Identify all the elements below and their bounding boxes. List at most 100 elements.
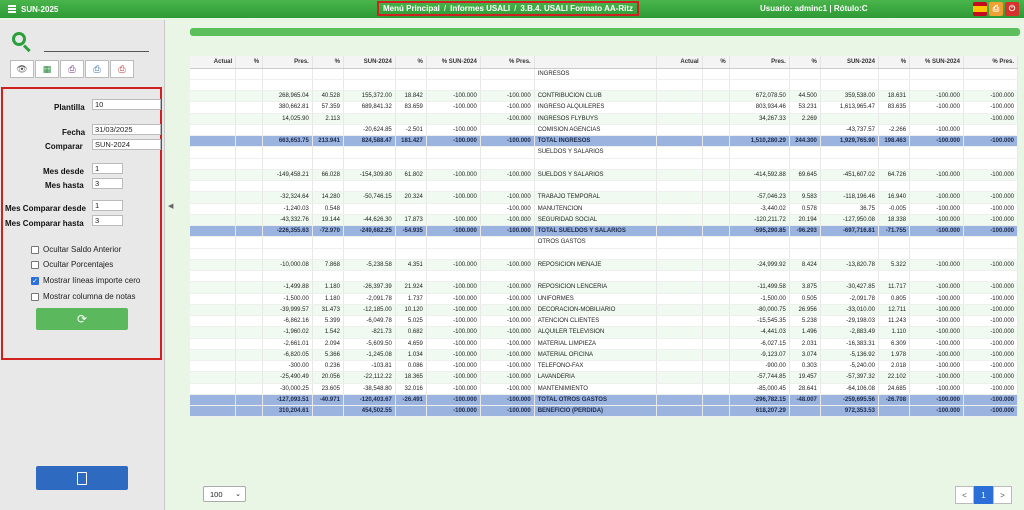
mes-comparar-hasta-input[interactable]: 3: [92, 215, 123, 226]
export-toolbar: 👁 ▦ ⎙ ⎙ ⎙: [10, 60, 135, 78]
checkbox-box-checked[interactable]: ✓: [31, 276, 39, 285]
table-cell: [235, 371, 264, 384]
table-cell: 5.322: [878, 259, 911, 272]
power-icon[interactable]: ⏻: [1005, 2, 1019, 16]
account-name-cell: [534, 270, 658, 283]
table-row: -20,624.85 -2.501 -100.000 COMISION AGENCIA…: [190, 124, 1019, 137]
table-cell: -80,000.75: [729, 304, 790, 317]
prev-page-button[interactable]: <: [955, 486, 974, 504]
breadcrumb-item[interactable]: Informes USALI: [450, 4, 510, 13]
breadcrumb-item[interactable]: Menú Principal: [383, 4, 440, 13]
column-header[interactable]: Pres.: [262, 56, 313, 69]
section-row: OTROS GASTOS: [190, 236, 1019, 249]
table-cell: -100.000: [426, 191, 481, 204]
table-cell: 5.366: [312, 349, 344, 362]
column-header[interactable]: [534, 56, 658, 69]
column-header[interactable]: %: [235, 56, 264, 69]
column-header[interactable]: %: [395, 56, 427, 69]
table-cell: [963, 146, 1019, 159]
mostrar-notas-checkbox[interactable]: Mostrar columna de notas: [31, 292, 136, 301]
printer-icon[interactable]: ⎙: [989, 2, 1003, 16]
table-cell: [312, 158, 344, 170]
table-cell: [789, 270, 821, 283]
table-row: -149,458.21 66.028 -154,309.80 61.802 -100.0…: [190, 169, 1019, 182]
column-header[interactable]: % SUN-2024: [426, 56, 481, 69]
table-cell: [702, 405, 730, 418]
fecha-input[interactable]: 31/03/2025: [92, 124, 161, 135]
flag-spain-icon[interactable]: [973, 2, 987, 16]
table-cell: [702, 191, 730, 204]
search-input[interactable]: [44, 36, 149, 52]
plantilla-input[interactable]: 10: [92, 99, 161, 110]
table-cell: [820, 79, 879, 92]
column-header[interactable]: SUN-2024: [820, 56, 879, 69]
mes-desde-input[interactable]: 1: [92, 163, 123, 174]
table-cell: -9,123.07: [729, 349, 790, 362]
table-cell: [702, 371, 730, 384]
page-1-button[interactable]: 1: [974, 486, 993, 504]
column-header[interactable]: %: [878, 56, 911, 69]
table-cell: [190, 315, 237, 328]
column-header[interactable]: %: [789, 56, 821, 69]
account-name-cell: REPOSICION MENAJE: [534, 259, 658, 272]
menu-icon[interactable]: [8, 5, 16, 13]
printer-red-icon[interactable]: ⎙: [110, 60, 134, 78]
checkbox-box[interactable]: [31, 245, 39, 254]
column-header[interactable]: SUN-2024: [343, 56, 396, 69]
ocultar-porcentajes-checkbox[interactable]: Ocultar Porcentajes: [31, 260, 113, 269]
table-cell: [426, 270, 481, 283]
table-cell: [729, 79, 790, 92]
table-cell: [702, 270, 730, 283]
eye-icon[interactable]: 👁: [10, 60, 34, 78]
collapse-sidebar-icon[interactable]: ◀: [168, 202, 173, 210]
mes-comparar-desde-input[interactable]: 1: [92, 200, 123, 211]
column-header[interactable]: Actual: [190, 56, 237, 69]
table-cell: [656, 315, 703, 328]
account-name-cell: SEGURIDAD SOCIAL: [534, 214, 658, 227]
page-size-select[interactable]: 100 ⌄: [203, 486, 246, 502]
table-cell: [909, 146, 964, 159]
mes-hasta-input[interactable]: 3: [92, 178, 123, 189]
printer-alt-icon[interactable]: ⎙: [85, 60, 109, 78]
table-cell: 618,207.29: [729, 405, 790, 418]
table-cell: [395, 236, 427, 249]
table-cell: [820, 113, 879, 125]
column-header[interactable]: Pres.: [729, 56, 790, 69]
next-page-button[interactable]: >: [993, 486, 1012, 504]
table-cell: [789, 180, 821, 193]
table-cell: [656, 270, 703, 283]
table-cell: -100.000: [909, 169, 964, 182]
table-cell: [909, 158, 964, 170]
refresh-button[interactable]: ⟳: [36, 308, 128, 330]
search-icon[interactable]: [12, 32, 32, 53]
column-header[interactable]: Actual: [656, 56, 703, 69]
mostrar-lineas-cero-checkbox[interactable]: ✓ Mostrar líneas importe cero: [31, 276, 140, 285]
table-cell: -100.000: [909, 304, 964, 317]
table-cell: -100.000: [480, 405, 535, 418]
ocultar-saldo-checkbox[interactable]: Ocultar Saldo Anterior: [31, 245, 121, 254]
column-header[interactable]: % Pres.: [480, 56, 535, 69]
table-cell: -100.000: [909, 281, 964, 294]
column-header[interactable]: %: [312, 56, 344, 69]
checkbox-box[interactable]: [31, 260, 39, 269]
table-cell: -100.000: [480, 214, 535, 227]
table-cell: -100.000: [480, 383, 535, 395]
column-header[interactable]: % Pres.: [963, 56, 1019, 69]
table-cell: [235, 101, 264, 114]
breadcrumb-item: 3.B.4. USALI Formato AA-Ritz: [520, 4, 633, 13]
pdf-button[interactable]: [36, 466, 128, 490]
column-header[interactable]: % SUN-2024: [909, 56, 964, 69]
column-header[interactable]: %: [702, 56, 730, 69]
table-cell: [426, 68, 481, 80]
table-cell: [702, 281, 730, 294]
table-cell: -54.935: [395, 225, 427, 238]
table-cell: -0.005: [878, 203, 911, 215]
checkbox-box[interactable]: [31, 292, 39, 301]
printer-icon[interactable]: ⎙: [60, 60, 84, 78]
table-cell: [312, 270, 344, 283]
table-cell: [235, 304, 264, 317]
excel-icon[interactable]: ▦: [35, 60, 59, 78]
comparar-input[interactable]: SUN-2024: [92, 139, 161, 150]
table-cell: [426, 79, 481, 92]
app-title: SUN-2025: [21, 4, 59, 14]
